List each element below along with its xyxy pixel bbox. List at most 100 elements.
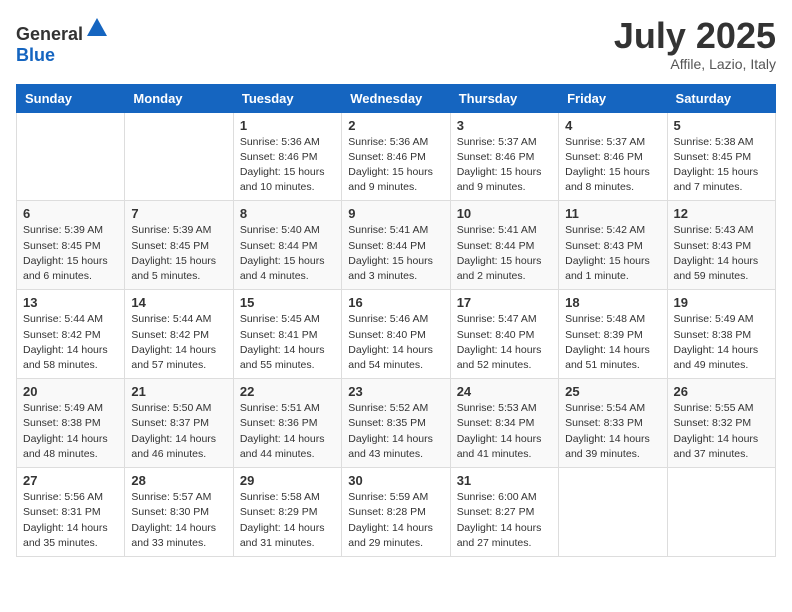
day-number: 5 [674, 118, 769, 133]
day-info: Sunrise: 5:56 AMSunset: 8:31 PMDaylight:… [23, 490, 118, 551]
day-number: 20 [23, 384, 118, 399]
day-info: Sunrise: 5:41 AMSunset: 8:44 PMDaylight:… [348, 223, 443, 284]
day-number: 7 [131, 206, 226, 221]
day-info: Sunrise: 5:50 AMSunset: 8:37 PMDaylight:… [131, 401, 226, 462]
calendar-cell: 27 Sunrise: 5:56 AMSunset: 8:31 PMDayligh… [17, 468, 125, 557]
day-number: 9 [348, 206, 443, 221]
day-info: Sunrise: 5:54 AMSunset: 8:33 PMDaylight:… [565, 401, 660, 462]
calendar-cell: 15Sunrise: 5:45 AMSunset: 8:41 PMDayligh… [233, 290, 341, 379]
calendar-cell: 7 Sunrise: 5:39 AMSunset: 8:45 PMDaylight… [125, 201, 233, 290]
calendar-cell: 29Sunrise: 5:58 AMSunset: 8:29 PMDayligh… [233, 468, 341, 557]
page-header: General Blue July 2025 Affile, Lazio, It… [16, 16, 776, 72]
day-number: 13 [23, 295, 118, 310]
day-number: 16 [348, 295, 443, 310]
day-info: Sunrise: 5:51 AMSunset: 8:36 PMDaylight:… [240, 401, 335, 462]
calendar-cell: 25Sunrise: 5:54 AMSunset: 8:33 PMDayligh… [559, 379, 667, 468]
calendar-cell: 31 Sunrise: 6:00 AMSunset: 8:27 PMDayligh… [450, 468, 558, 557]
calendar-cell: 11 Sunrise: 5:42 AMSunset: 8:43 PMDayligh… [559, 201, 667, 290]
day-number: 18 [565, 295, 660, 310]
calendar-cell [17, 112, 125, 201]
day-info: Sunrise: 5:41 AMSunset: 8:44 PMDaylight:… [457, 223, 552, 284]
day-number: 10 [457, 206, 552, 221]
day-info: Sunrise: 5:53 AMSunset: 8:34 PMDaylight:… [457, 401, 552, 462]
logo: General Blue [16, 16, 109, 66]
day-info: Sunrise: 5:38 AMSunset: 8:45 PMDaylight:… [674, 135, 769, 196]
day-info: Sunrise: 5:58 AMSunset: 8:29 PMDaylight:… [240, 490, 335, 551]
day-info: Sunrise: 5:57 AMSunset: 8:30 PMDaylight:… [131, 490, 226, 551]
week-row-1: 1 Sunrise: 5:36 AMSunset: 8:46 PMDaylight… [17, 112, 776, 201]
calendar-cell: 14 Sunrise: 5:44 AMSunset: 8:42 PMDayligh… [125, 290, 233, 379]
day-info: Sunrise: 5:36 AMSunset: 8:46 PMDaylight:… [348, 135, 443, 196]
weekday-header-saturday: Saturday [667, 84, 775, 112]
day-number: 11 [565, 206, 660, 221]
weekday-header-tuesday: Tuesday [233, 84, 341, 112]
day-number: 12 [674, 206, 769, 221]
day-info: Sunrise: 5:43 AMSunset: 8:43 PMDaylight:… [674, 223, 769, 284]
calendar-cell: 24 Sunrise: 5:53 AMSunset: 8:34 PMDayligh… [450, 379, 558, 468]
title-block: July 2025 Affile, Lazio, Italy [614, 16, 776, 72]
day-info: Sunrise: 5:37 AMSunset: 8:46 PMDaylight:… [457, 135, 552, 196]
day-info: Sunrise: 5:39 AMSunset: 8:45 PMDaylight:… [23, 223, 118, 284]
calendar-cell: 2 Sunrise: 5:36 AMSunset: 8:46 PMDaylight… [342, 112, 450, 201]
weekday-header-friday: Friday [559, 84, 667, 112]
day-info: Sunrise: 5:37 AMSunset: 8:46 PMDaylight:… [565, 135, 660, 196]
logo-blue: Blue [16, 45, 55, 65]
day-info: Sunrise: 5:39 AMSunset: 8:45 PMDaylight:… [131, 223, 226, 284]
calendar-cell [559, 468, 667, 557]
day-number: 1 [240, 118, 335, 133]
calendar-cell: 13 Sunrise: 5:44 AMSunset: 8:42 PMDayligh… [17, 290, 125, 379]
calendar-cell: 19 Sunrise: 5:49 AMSunset: 8:38 PMDayligh… [667, 290, 775, 379]
calendar-cell: 28 Sunrise: 5:57 AMSunset: 8:30 PMDayligh… [125, 468, 233, 557]
day-number: 31 [457, 473, 552, 488]
day-number: 19 [674, 295, 769, 310]
day-info: Sunrise: 5:45 AMSunset: 8:41 PMDaylight:… [240, 312, 335, 373]
day-info: Sunrise: 5:42 AMSunset: 8:43 PMDaylight:… [565, 223, 660, 284]
week-row-3: 13 Sunrise: 5:44 AMSunset: 8:42 PMDayligh… [17, 290, 776, 379]
day-number: 3 [457, 118, 552, 133]
day-number: 14 [131, 295, 226, 310]
day-number: 24 [457, 384, 552, 399]
calendar-cell: 4 Sunrise: 5:37 AMSunset: 8:46 PMDaylight… [559, 112, 667, 201]
day-info: Sunrise: 5:52 AMSunset: 8:35 PMDaylight:… [348, 401, 443, 462]
day-info: Sunrise: 6:00 AMSunset: 8:27 PMDaylight:… [457, 490, 552, 551]
day-info: Sunrise: 5:46 AMSunset: 8:40 PMDaylight:… [348, 312, 443, 373]
day-info: Sunrise: 5:44 AMSunset: 8:42 PMDaylight:… [131, 312, 226, 373]
calendar-cell: 9 Sunrise: 5:41 AMSunset: 8:44 PMDaylight… [342, 201, 450, 290]
logo-general: General [16, 24, 83, 44]
day-number: 28 [131, 473, 226, 488]
weekday-header-wednesday: Wednesday [342, 84, 450, 112]
calendar-cell [667, 468, 775, 557]
logo-text: General Blue [16, 16, 109, 66]
calendar-cell: 10 Sunrise: 5:41 AMSunset: 8:44 PMDayligh… [450, 201, 558, 290]
calendar-cell: 17Sunrise: 5:47 AMSunset: 8:40 PMDayligh… [450, 290, 558, 379]
day-number: 27 [23, 473, 118, 488]
day-number: 22 [240, 384, 335, 399]
week-row-5: 27 Sunrise: 5:56 AMSunset: 8:31 PMDayligh… [17, 468, 776, 557]
calendar-cell: 5 Sunrise: 5:38 AMSunset: 8:45 PMDaylight… [667, 112, 775, 201]
week-row-2: 6 Sunrise: 5:39 AMSunset: 8:45 PMDaylight… [17, 201, 776, 290]
calendar-cell: 26 Sunrise: 5:55 AMSunset: 8:32 PMDayligh… [667, 379, 775, 468]
calendar-cell: 23Sunrise: 5:52 AMSunset: 8:35 PMDayligh… [342, 379, 450, 468]
day-number: 4 [565, 118, 660, 133]
calendar-cell: 6 Sunrise: 5:39 AMSunset: 8:45 PMDaylight… [17, 201, 125, 290]
day-info: Sunrise: 5:55 AMSunset: 8:32 PMDaylight:… [674, 401, 769, 462]
week-row-4: 20Sunrise: 5:49 AMSunset: 8:38 PMDayligh… [17, 379, 776, 468]
day-number: 6 [23, 206, 118, 221]
day-info: Sunrise: 5:44 AMSunset: 8:42 PMDaylight:… [23, 312, 118, 373]
month-title: July 2025 [614, 16, 776, 56]
weekday-header-sunday: Sunday [17, 84, 125, 112]
day-number: 2 [348, 118, 443, 133]
calendar-cell: 8 Sunrise: 5:40 AMSunset: 8:44 PMDaylight… [233, 201, 341, 290]
weekday-header-row: SundayMondayTuesdayWednesdayThursdayFrid… [17, 84, 776, 112]
calendar-cell [125, 112, 233, 201]
day-number: 30 [348, 473, 443, 488]
day-number: 26 [674, 384, 769, 399]
day-info: Sunrise: 5:36 AMSunset: 8:46 PMDaylight:… [240, 135, 335, 196]
calendar-cell: 1 Sunrise: 5:36 AMSunset: 8:46 PMDaylight… [233, 112, 341, 201]
calendar-cell: 22 Sunrise: 5:51 AMSunset: 8:36 PMDayligh… [233, 379, 341, 468]
day-info: Sunrise: 5:49 AMSunset: 8:38 PMDaylight:… [674, 312, 769, 373]
weekday-header-monday: Monday [125, 84, 233, 112]
calendar-cell: 21Sunrise: 5:50 AMSunset: 8:37 PMDayligh… [125, 379, 233, 468]
day-number: 8 [240, 206, 335, 221]
day-info: Sunrise: 5:40 AMSunset: 8:44 PMDaylight:… [240, 223, 335, 284]
